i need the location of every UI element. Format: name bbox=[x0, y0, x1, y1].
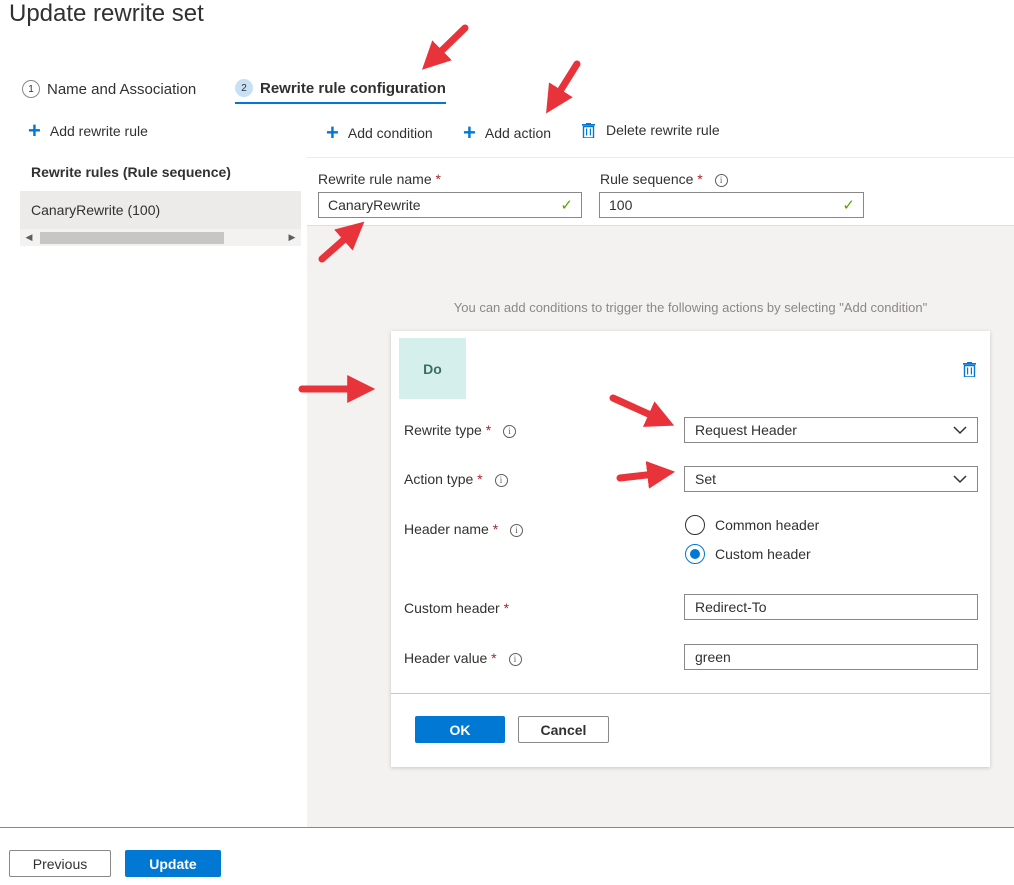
rule-list-item[interactable]: CanaryRewrite (100) bbox=[20, 191, 301, 229]
action-type-label: Action type * i bbox=[404, 471, 508, 487]
card-divider bbox=[391, 693, 990, 694]
required-mark: * bbox=[477, 471, 483, 487]
required-mark: * bbox=[485, 422, 492, 438]
chevron-down-icon bbox=[953, 475, 967, 484]
previous-button[interactable]: Previous bbox=[9, 850, 111, 877]
info-icon[interactable]: i bbox=[508, 653, 522, 666]
scrollbar-thumb[interactable] bbox=[40, 232, 224, 244]
trash-icon[interactable] bbox=[963, 362, 976, 377]
check-icon: ✓ bbox=[560, 197, 573, 214]
tab-name-and-association[interactable]: 1 Name and Association bbox=[22, 74, 196, 104]
rule-name-input[interactable]: CanaryRewrite ✓ bbox=[318, 192, 582, 218]
add-rewrite-rule-label: Add rewrite rule bbox=[49, 123, 148, 139]
header-name-label: Header name * i bbox=[404, 521, 524, 537]
add-condition-button[interactable]: + Add condition bbox=[326, 122, 433, 144]
required-mark: * bbox=[435, 171, 441, 187]
info-icon[interactable]: i bbox=[714, 174, 728, 187]
required-mark: * bbox=[492, 521, 499, 537]
required-mark: * bbox=[503, 600, 510, 616]
add-condition-hint: You can add conditions to trigger the fo… bbox=[453, 300, 928, 315]
action-card: Do Rewrite type * i Request Header Actio… bbox=[391, 331, 990, 767]
footer-divider bbox=[0, 827, 1014, 828]
red-arrow-annotation bbox=[421, 24, 469, 70]
do-badge: Do bbox=[399, 338, 466, 399]
rules-list-pane: + Add rewrite rule Rewrite rules (Rule s… bbox=[0, 110, 307, 827]
info-icon[interactable]: i bbox=[510, 524, 524, 537]
rewrite-type-dropdown[interactable]: Request Header bbox=[684, 417, 978, 443]
rule-name-label: Rewrite rule name * bbox=[318, 171, 441, 187]
custom-header-label: Custom header * bbox=[404, 600, 510, 616]
radio-circle bbox=[685, 544, 705, 564]
trash-icon bbox=[582, 122, 595, 138]
radio-custom-header[interactable]: Custom header bbox=[685, 544, 811, 564]
header-value-input[interactable]: green bbox=[684, 644, 978, 670]
page-title: Update rewrite set bbox=[9, 0, 204, 27]
horizontal-scrollbar[interactable]: ◀ ▶ bbox=[20, 229, 301, 246]
cancel-button[interactable]: Cancel bbox=[518, 716, 609, 743]
scroll-left-icon[interactable]: ◀ bbox=[20, 232, 38, 243]
add-condition-label: Add condition bbox=[347, 125, 433, 141]
rule-sequence-label: Rule sequence * i bbox=[600, 171, 728, 187]
delete-rewrite-rule-label: Delete rewrite rule bbox=[606, 122, 720, 138]
step-number: 1 bbox=[22, 80, 40, 98]
add-action-button[interactable]: + Add action bbox=[463, 122, 551, 144]
rule-editor-pane: + Add condition + Add action Delete rewr… bbox=[307, 110, 1014, 827]
plus-icon: + bbox=[326, 120, 339, 145]
rules-heading: Rewrite rules (Rule sequence) bbox=[31, 164, 231, 180]
info-icon[interactable]: i bbox=[494, 474, 508, 487]
required-mark: * bbox=[491, 650, 497, 666]
update-button[interactable]: Update bbox=[125, 850, 221, 877]
info-icon[interactable]: i bbox=[503, 425, 517, 438]
plus-icon: + bbox=[463, 120, 476, 145]
radio-circle bbox=[685, 515, 705, 535]
rule-fields-row: Rewrite rule name * CanaryRewrite ✓ Rule… bbox=[307, 158, 1014, 226]
tab-label: Rewrite rule configuration bbox=[260, 79, 446, 97]
add-action-label: Add action bbox=[484, 125, 552, 141]
scroll-right-icon[interactable]: ▶ bbox=[283, 232, 301, 243]
tab-rewrite-rule-configuration[interactable]: 2 Rewrite rule configuration bbox=[235, 74, 446, 104]
rewrite-type-label: Rewrite type * i bbox=[404, 422, 517, 438]
custom-header-input[interactable]: Redirect-To bbox=[684, 594, 978, 620]
add-rewrite-rule-button[interactable]: + Add rewrite rule bbox=[28, 120, 148, 142]
toolbar: + Add condition + Add action Delete rewr… bbox=[307, 110, 1014, 158]
header-value-label: Header value * i bbox=[404, 650, 522, 666]
step-number: 2 bbox=[235, 79, 253, 97]
chevron-down-icon bbox=[953, 426, 967, 435]
ok-button[interactable]: OK bbox=[415, 716, 505, 743]
required-mark: * bbox=[697, 171, 703, 187]
delete-rewrite-rule-button[interactable]: Delete rewrite rule bbox=[582, 122, 720, 138]
check-icon: ✓ bbox=[842, 197, 855, 214]
rule-sequence-input[interactable]: 100 ✓ bbox=[599, 192, 864, 218]
plus-icon: + bbox=[28, 118, 41, 143]
red-arrow-annotation bbox=[546, 60, 581, 114]
tab-label: Name and Association bbox=[47, 80, 197, 98]
radio-common-header[interactable]: Common header bbox=[685, 515, 819, 535]
action-type-dropdown[interactable]: Set bbox=[684, 466, 978, 492]
